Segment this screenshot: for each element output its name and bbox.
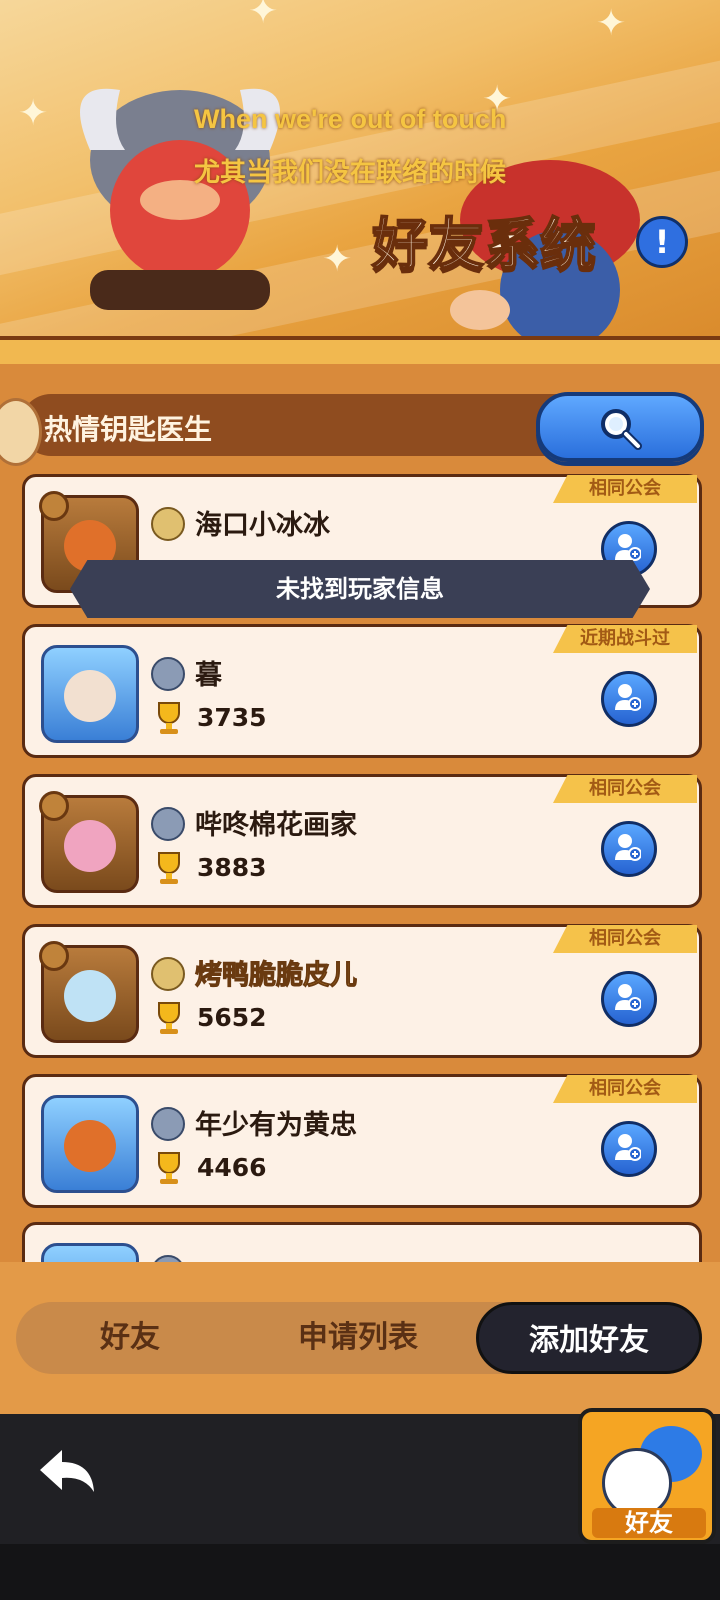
search-button[interactable]: [536, 392, 704, 462]
rank-icon: [151, 1107, 185, 1141]
rank-icon: [151, 657, 185, 691]
star-icon: ✦: [248, 0, 279, 32]
search-icon: [601, 409, 642, 450]
rank-icon: [151, 807, 185, 841]
banner: ✦ ✦ ✦ ✦ ✦ When we're out of touch 尤其当我们没…: [0, 0, 720, 350]
card-tag: 相同公会: [553, 1075, 697, 1103]
add-user-icon: [615, 534, 641, 561]
back-arrow-icon[interactable]: [36, 1446, 100, 1500]
friends-button-label: 好友: [592, 1508, 706, 1538]
card-tag: 相同公会: [553, 925, 697, 953]
avatar: [41, 1095, 139, 1193]
add-friend-button[interactable]: [601, 671, 657, 727]
trophy-icon: [158, 852, 180, 884]
player-score: 3735: [197, 703, 267, 732]
rank-icon: [151, 957, 185, 991]
add-friend-button[interactable]: [601, 1121, 657, 1177]
player-name: 海口小冰冰: [195, 510, 330, 541]
guild-gear-icon: [39, 941, 69, 971]
add-friend-button[interactable]: [601, 821, 657, 877]
player-score: 5652: [197, 1003, 267, 1032]
page-title: 好友系统: [371, 212, 597, 279]
player-name: 暮: [195, 660, 222, 691]
toast-message: 未找到玩家信息: [70, 560, 650, 618]
player-card[interactable]: 相同公会 年少有为黄忠 4466: [22, 1074, 702, 1208]
player-score: 4466: [197, 1153, 267, 1182]
tab-friends[interactable]: 好友: [16, 1302, 244, 1374]
info-button[interactable]: !: [636, 216, 688, 268]
player-card[interactable]: 相同公会 烤鸭脆脆皮儿 5652: [22, 924, 702, 1058]
player-card[interactable]: 相同公会 哔咚棉花画家 3883: [22, 774, 702, 908]
player-name: 烤鸭脆脆皮儿: [195, 960, 358, 992]
system-nav-strip: [0, 1544, 720, 1600]
card-tag: 相同公会: [553, 775, 697, 803]
tab-add-friend[interactable]: 添加好友: [476, 1302, 702, 1374]
card-tag: 近期战斗过: [553, 625, 697, 653]
avatar: [41, 645, 139, 743]
viking-character-illustration: [80, 88, 280, 310]
guild-gear-icon: [39, 791, 69, 821]
player-score: 3883: [197, 853, 267, 882]
add-user-icon: [615, 684, 641, 711]
player-name: 哔咚棉花画家: [195, 810, 357, 841]
friends-button[interactable]: 好友: [578, 1408, 716, 1544]
guild-gear-icon: [39, 491, 69, 521]
trophy-icon: [158, 1152, 180, 1184]
rank-icon: [151, 507, 185, 541]
add-user-icon: [615, 984, 641, 1011]
card-tag: 相同公会: [553, 475, 697, 503]
trophy-icon: [158, 702, 180, 734]
subtitle-chinese: 尤其当我们没在联络的时候: [194, 158, 507, 188]
add-user-icon: [615, 834, 641, 861]
add-user-icon: [615, 1134, 641, 1161]
tab-requests[interactable]: 申请列表: [244, 1302, 472, 1374]
subtitle-english: When we're out of touch: [194, 104, 507, 134]
player-card[interactable]: 近期战斗过 暮 3735: [22, 624, 702, 758]
player-name: 年少有为黄忠: [195, 1110, 357, 1141]
trophy-icon: [158, 1002, 180, 1034]
search-query-text: 热情钥匙医生: [44, 413, 213, 446]
star-icon: ✦: [596, 3, 627, 44]
content-panel: 热情钥匙医生 相同公会 海口小冰冰 近期战斗过 暮 3735 相同公会 哔咚棉花…: [0, 364, 720, 1414]
add-friend-button[interactable]: [601, 971, 657, 1027]
